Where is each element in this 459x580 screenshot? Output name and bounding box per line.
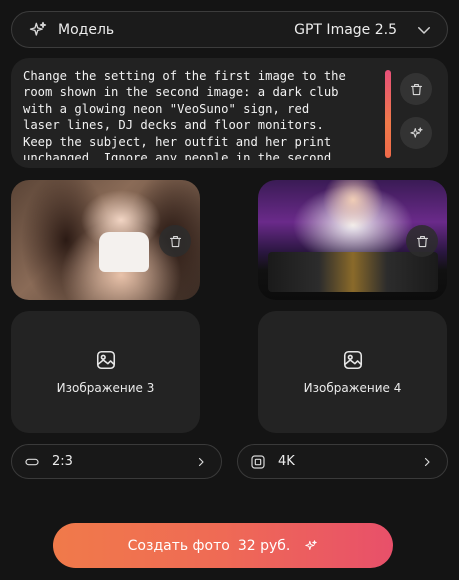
aspect-ratio-selector[interactable]: 2:3: [11, 444, 222, 479]
aspect-ratio-value: 2:3: [52, 454, 73, 469]
delete-image-1-button[interactable]: [159, 225, 191, 257]
model-label: Модель: [58, 21, 115, 38]
image-slot-label: Изображение 3: [56, 381, 155, 395]
reference-image-1[interactable]: [11, 180, 200, 300]
chevron-down-icon[interactable]: [415, 21, 433, 39]
photo-content: [268, 252, 438, 292]
resolution-selector[interactable]: 4K: [237, 444, 448, 479]
clear-prompt-button[interactable]: [400, 73, 432, 105]
sparkle-icon: [305, 539, 318, 550]
prompt-textarea[interactable]: Change the setting of the first image to…: [23, 68, 383, 160]
prompt-line: with a glowing neon "VeoSuno" sign, red: [23, 101, 310, 116]
enhance-prompt-button[interactable]: [400, 117, 432, 149]
resolution-icon: [251, 454, 265, 469]
prompt-line: Keep the subject, her outfit and her pri…: [23, 134, 332, 149]
prompt-box[interactable]: Change the setting of the first image to…: [11, 58, 448, 168]
image-slot-3[interactable]: Изображение 3: [11, 311, 200, 433]
delete-image-2-button[interactable]: [406, 225, 438, 257]
create-button-label: Создать фото: [127, 537, 230, 554]
prompt-line: laser lines, DJ decks and floor monitors…: [23, 118, 324, 133]
model-value: GPT Image 2.5: [294, 21, 397, 38]
image-icon: [343, 350, 362, 370]
sparkle-icon: [29, 21, 47, 36]
image-slot-label: Изображение 4: [303, 381, 402, 395]
prompt-scrollbar[interactable]: [385, 70, 391, 158]
resolution-value: 4K: [278, 454, 295, 469]
prompt-line: Change the setting of the first image to…: [23, 69, 346, 83]
aspect-ratio-icon: [25, 458, 39, 465]
trash-icon: [416, 235, 428, 247]
model-selector[interactable]: Модель GPT Image 2.5: [11, 11, 448, 48]
chevron-right-icon: [424, 457, 430, 466]
image-slot-4[interactable]: Изображение 4: [258, 311, 447, 433]
trash-icon: [410, 83, 422, 95]
trash-icon: [169, 235, 181, 247]
image-icon: [96, 350, 115, 370]
reference-image-2[interactable]: [258, 180, 447, 300]
sparkle-icon: [409, 126, 423, 138]
photo-content: [99, 232, 149, 272]
prompt-line: room shown in the second image: a dark c…: [23, 85, 339, 100]
create-button-price: 32 руб.: [237, 537, 291, 554]
prompt-line: unchanged. Ignore any people in the seco…: [23, 151, 332, 160]
create-photo-button[interactable]: Создать фото 32 руб.: [53, 523, 393, 568]
chevron-right-icon: [198, 457, 204, 466]
